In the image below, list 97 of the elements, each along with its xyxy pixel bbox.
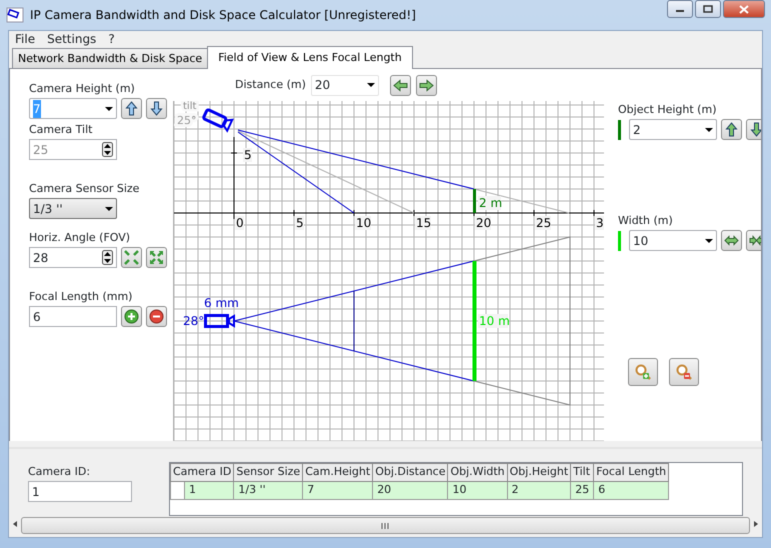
left-arrow-icon [11,520,19,528]
menu-item[interactable]: ? [102,31,121,47]
double-arrow-icon [724,233,739,248]
table-cell: 20 [372,482,448,499]
minus-icon [149,309,164,324]
sensor-size-dropdown[interactable]: 1/3 '' [29,198,117,219]
camera-icon [204,314,235,328]
axis-tick-label: 0 [236,216,244,230]
close-button[interactable] [723,0,765,18]
angle-label: 28° [183,314,204,328]
field-label: Camera Height (m) [29,82,136,96]
inward-arrows-icon [749,233,761,248]
column-header[interactable]: Camera ID [170,464,234,482]
object-height-dropdown[interactable]: 2 [629,119,717,140]
close-icon [739,4,749,14]
raise-button[interactable] [121,98,142,119]
tab[interactable]: Network Bandwidth & Disk Space [12,48,208,68]
widen-angle-button[interactable] [146,247,167,268]
decrease-distance-button[interactable] [390,74,411,96]
down-arrow-icon [749,122,761,137]
axis-tick-label: 10 [356,216,372,230]
narrow-angle-button[interactable] [121,247,142,268]
field-label: Camera Tilt [29,123,94,137]
focal-length-field[interactable]: 6 [29,306,117,327]
object-height-label: 2 m [479,196,502,210]
dropdown-arrow-icon [105,106,113,110]
maximize-icon [703,5,713,13]
axis-tick-label: 20 [476,216,492,230]
increase-distance-button[interactable] [416,74,437,96]
minimize-button[interactable] [667,0,693,18]
axis-tick-label: 5 [244,148,252,162]
left-arrow-icon [392,78,408,92]
field-label: Distance (m) [235,78,306,92]
widen-button[interactable] [721,230,742,251]
up-arrow-icon [724,122,739,137]
field-label: Camera Sensor Size [29,182,140,196]
table-cell: 10 [448,482,508,499]
dropdown-arrow-icon [705,238,713,242]
column-header[interactable]: Tilt [570,464,594,482]
plus-icon [124,309,139,324]
zoom-in-button[interactable] [628,358,658,386]
lower-object-button[interactable] [746,119,761,140]
grip-icon [381,522,390,530]
field-label: Camera ID: [28,465,92,479]
field-label: Width (m) [618,214,674,228]
table-cell: 1/3 '' [234,482,303,499]
dropdown-arrow-icon [105,206,113,210]
menu-item[interactable]: File [9,31,42,47]
column-header[interactable]: Obj.Width [448,464,508,482]
zoom-in-icon [635,364,651,380]
column-header[interactable]: Obj.Distance [372,464,448,482]
distance-dropdown[interactable]: 20 [310,74,379,96]
raise-object-button[interactable] [721,119,742,140]
zoom-out-button[interactable] [669,358,699,386]
dropdown-arrow-icon [705,128,713,132]
camera-id-field[interactable]: 1 [28,481,132,502]
up-arrow-icon [124,101,139,116]
tab[interactable]: Field of View & Lens Focal Length [207,46,413,69]
table-cell: 2 [507,482,571,499]
axis-tick-label: 15 [416,216,432,230]
field-label: Focal Length (mm) [29,290,134,304]
field-label: Object Height (m) [618,103,718,117]
axis-tick-label: 25 [536,216,552,230]
decrease-focal-button[interactable] [146,306,167,327]
spinner-icon [102,250,113,265]
table-cell: 1 [184,482,234,499]
column-header[interactable]: Cam.Height [302,464,373,482]
width-dropdown[interactable]: 10 [629,230,717,251]
table-cell: 25 [570,482,594,499]
increase-focal-button[interactable] [121,306,142,327]
dropdown-arrow-icon [366,83,375,87]
column-header[interactable]: Obj.Height [507,464,571,482]
camera-icon [202,108,234,133]
axis-tick-label: 5 [296,216,304,230]
right-arrow-icon [418,78,434,92]
width-label: 10 m [479,314,510,328]
arrows-outward-icon [149,250,164,265]
horiz-angle-spinner[interactable]: 28 [29,247,117,268]
axis-tick-label: 3 [596,216,604,230]
menu-item[interactable]: Settings [41,31,102,47]
window-title: IP Camera Bandwidth and Disk Space Calculator [Unregistered!] [30,7,416,24]
column-header[interactable]: Focal Length [594,464,669,482]
app-icon [6,7,24,23]
zoom-out-icon [676,364,692,380]
table-cell: 7 [302,482,373,499]
lower-button[interactable] [146,98,167,119]
table-cell: 6 [594,482,669,499]
spinner-icon [102,142,113,157]
field-label: Horiz. Angle (FOV) [29,231,132,245]
scrollbar-thumb[interactable] [21,517,750,534]
arrows-inward-icon [124,250,139,265]
right-arrow-icon [752,520,760,528]
column-header[interactable]: Sensor Size [234,464,303,482]
focal-length-label: 6 mm [204,296,239,310]
narrow-button[interactable] [746,230,761,251]
down-arrow-icon [149,101,164,116]
maximize-button[interactable] [695,0,721,18]
